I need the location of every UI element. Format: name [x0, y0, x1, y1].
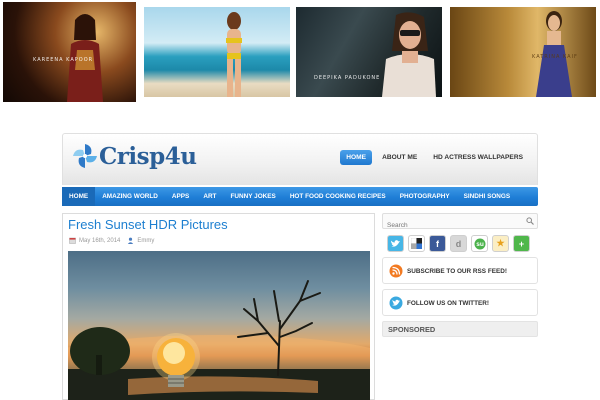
site-header: Crisp4u HOME ABOUT ME HD ACTRESS WALLPAP…: [62, 133, 538, 185]
rss-subscribe-label: SUBSCRIBE TO OUR RSS FEED!: [407, 268, 508, 275]
topnav-about-me[interactable]: ABOUT ME: [376, 150, 423, 165]
twitter-bird-icon: [389, 296, 403, 310]
digg-icon[interactable]: d: [450, 235, 467, 252]
nav-hot-food-cooking-recipes[interactable]: HOT FOOD COOKING RECIPES: [283, 187, 393, 206]
banner-thumb-1[interactable]: KAREENA KAPOOR: [3, 2, 136, 102]
pinwheel-logo-icon: [73, 144, 97, 168]
nav-photography[interactable]: PHOTOGRAPHY: [393, 187, 457, 206]
favorites-icon[interactable]: ★: [492, 235, 509, 252]
nav-art[interactable]: ART: [196, 187, 223, 206]
main-navigation: HOME AMAZING WORLD APPS ART FUNNY JOKES …: [62, 187, 538, 206]
twitter-icon[interactable]: [387, 235, 404, 252]
calendar-icon: [69, 237, 76, 244]
social-icons: f d su ★ +: [387, 235, 538, 252]
top-navigation: HOME ABOUT ME HD ACTRESS WALLPAPERS: [340, 150, 529, 165]
post-meta: May 16th, 2014 Emmy: [69, 237, 154, 244]
nav-funny-jokes[interactable]: FUNNY JOKES: [223, 187, 282, 206]
banner-thumb-3[interactable]: DEEPIKA PADUKONE: [296, 7, 442, 97]
user-icon: [128, 237, 134, 244]
post-author[interactable]: Emmy: [137, 238, 154, 244]
rss-subscribe-box[interactable]: SUBSCRIBE TO OUR RSS FEED!: [382, 257, 538, 284]
banner-thumb-4-caption: KATRINA KAIF: [532, 54, 578, 60]
blog-site: Crisp4u HOME ABOUT ME HD ACTRESS WALLPAP…: [60, 133, 540, 400]
blog-post: Fresh Sunset HDR Pictures May 16th, 2014…: [62, 213, 375, 400]
banner-thumb-4[interactable]: KATRINA KAIF: [450, 7, 596, 97]
page: KAREENA KAPOOR DEEPIKA PADUKONE KATRINA …: [0, 0, 600, 400]
nav-home[interactable]: HOME: [62, 187, 96, 206]
rss-icon: [389, 264, 403, 278]
search-icon[interactable]: [526, 217, 534, 225]
nav-sindhi-songs[interactable]: SINDHI SONGS: [457, 187, 518, 206]
search-input[interactable]: [383, 218, 523, 233]
banner-thumb-3-caption: DEEPIKA PADUKONE: [314, 75, 381, 81]
twitter-follow-label: FOLLOW US ON TWITTER!: [407, 300, 489, 307]
topnav-hd-actress-wallpapers[interactable]: HD ACTRESS WALLPAPERS: [427, 150, 529, 165]
add-icon[interactable]: +: [513, 235, 530, 252]
post-featured-image[interactable]: [68, 251, 370, 400]
delicious-icon[interactable]: [408, 235, 425, 252]
sidebar: f d su ★ + SUBSCRIBE TO OUR RSS FEED!: [382, 213, 538, 337]
topnav-home[interactable]: HOME: [340, 150, 373, 165]
sponsored-heading: SPONSORED: [382, 321, 538, 337]
facebook-icon[interactable]: f: [429, 235, 446, 252]
banner-thumb-1-caption: KAREENA KAPOOR: [33, 57, 94, 63]
svg-text:su: su: [476, 241, 484, 248]
site-logo[interactable]: Crisp4u: [71, 138, 211, 176]
banner-thumb-2[interactable]: [144, 7, 290, 97]
site-logo-text: Crisp4u: [99, 143, 197, 170]
nav-amazing-world[interactable]: AMAZING WORLD: [95, 187, 165, 206]
nav-apps[interactable]: APPS: [165, 187, 196, 206]
stumbleupon-icon[interactable]: su: [471, 235, 488, 252]
search-box: [382, 213, 538, 233]
twitter-follow-box[interactable]: FOLLOW US ON TWITTER!: [382, 289, 538, 316]
post-title[interactable]: Fresh Sunset HDR Pictures: [68, 217, 228, 232]
post-date: May 16th, 2014: [79, 237, 121, 244]
